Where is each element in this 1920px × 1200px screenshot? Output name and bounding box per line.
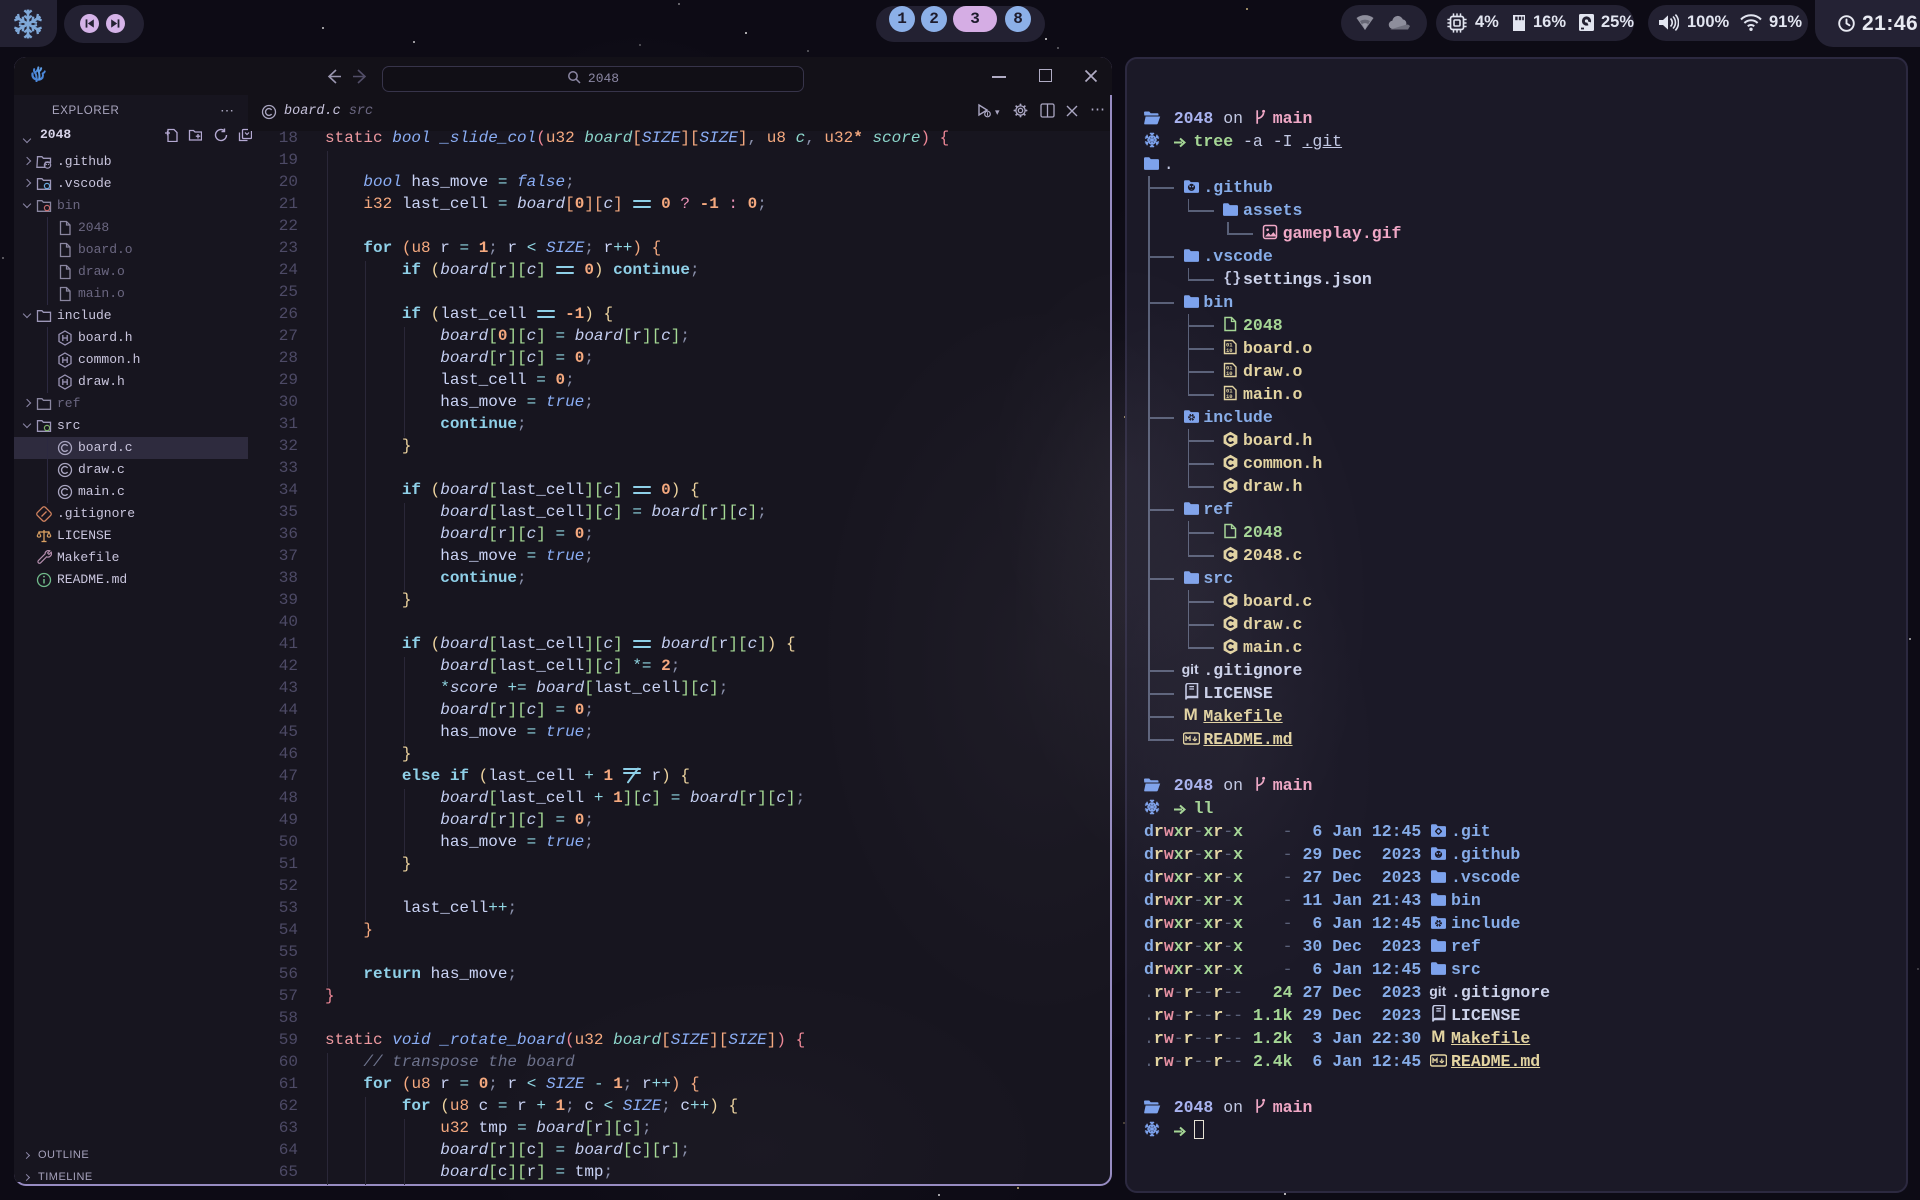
svg-text:10: 10 xyxy=(1226,347,1233,354)
svg-text:10: 10 xyxy=(1226,370,1233,377)
svg-text:10: 10 xyxy=(1226,393,1233,400)
